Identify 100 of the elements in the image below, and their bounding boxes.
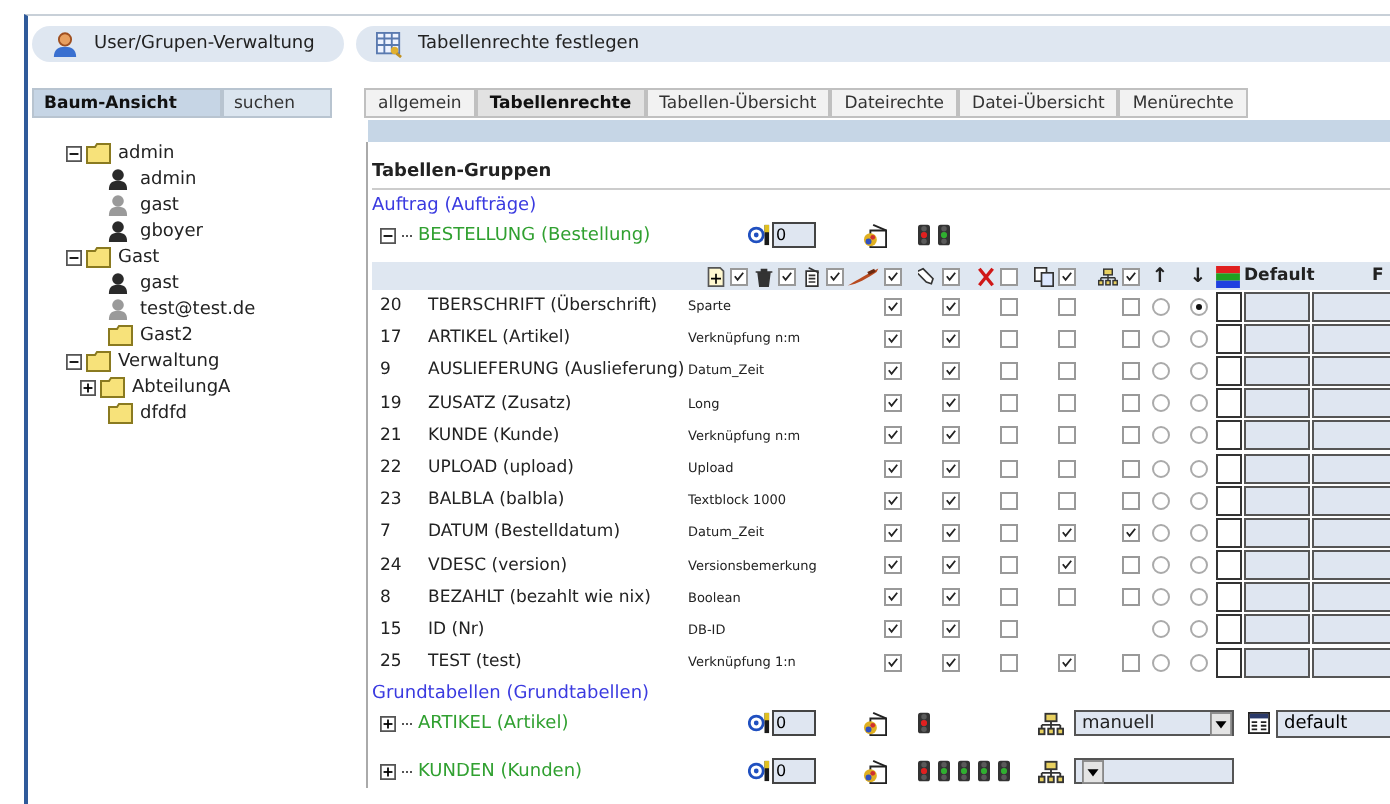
- header-button[interactable]: Tabellenrechte festlegen: [356, 26, 1390, 62]
- radio-button[interactable]: [1151, 653, 1169, 672]
- group-link[interactable]: Grundtabellen (Grundtabellen): [372, 682, 650, 707]
- checkbox[interactable]: [942, 588, 960, 607]
- radio-button[interactable]: [1151, 459, 1169, 478]
- radio-button[interactable]: [1151, 620, 1169, 639]
- default-field[interactable]: [1244, 323, 1310, 354]
- checkbox[interactable]: [884, 329, 902, 348]
- default-field[interactable]: [1244, 614, 1310, 645]
- radio-button[interactable]: [1189, 620, 1207, 639]
- checkbox[interactable]: [1000, 297, 1018, 316]
- group-name[interactable]: Gast2: [140, 325, 193, 345]
- checkbox[interactable]: [1000, 267, 1018, 285]
- color-field[interactable]: [1216, 517, 1242, 548]
- expand-icon[interactable]: [80, 379, 96, 395]
- radio-button[interactable]: [1151, 426, 1169, 445]
- group-name[interactable]: dfdfd: [140, 403, 187, 423]
- default-field[interactable]: [1244, 291, 1310, 322]
- copy-icon[interactable]: [1034, 265, 1054, 287]
- user-name[interactable]: gast: [140, 273, 179, 293]
- group-name[interactable]: AbteilungA: [132, 377, 231, 397]
- checkbox[interactable]: [942, 491, 960, 510]
- default-field[interactable]: [1244, 485, 1310, 516]
- checkbox[interactable]: [1000, 491, 1018, 510]
- checkbox[interactable]: [778, 267, 796, 285]
- checkbox[interactable]: [884, 620, 902, 639]
- radio-button[interactable]: [1151, 329, 1169, 348]
- collapse-icon[interactable]: [66, 249, 82, 265]
- mode-select[interactable]: manuell: [1074, 710, 1234, 737]
- radio-button[interactable]: [1189, 394, 1207, 413]
- radio-button[interactable]: [1189, 329, 1207, 348]
- expand-icon[interactable]: [380, 763, 396, 780]
- new-document-icon[interactable]: [706, 265, 726, 287]
- color-field[interactable]: [1216, 355, 1242, 386]
- table-icon[interactable]: [1248, 712, 1270, 735]
- user-name[interactable]: admin: [140, 169, 197, 189]
- group-name[interactable]: admin: [118, 143, 175, 163]
- color-field[interactable]: [1216, 582, 1242, 613]
- hierarchy-icon[interactable]: [1038, 711, 1064, 736]
- checkbox[interactable]: [1000, 556, 1018, 575]
- checkbox[interactable]: [884, 459, 902, 478]
- default-field[interactable]: [1244, 647, 1310, 678]
- checkbox[interactable]: [942, 620, 960, 639]
- color-field[interactable]: [1216, 388, 1242, 419]
- radio-button[interactable]: [1189, 523, 1207, 542]
- radio-button[interactable]: [1189, 297, 1207, 316]
- radio-button[interactable]: [1151, 523, 1169, 542]
- radio-button[interactable]: [1151, 588, 1169, 607]
- document-icon[interactable]: [802, 265, 822, 287]
- user-name[interactable]: gboyer: [140, 221, 203, 241]
- checkbox[interactable]: [1058, 394, 1076, 413]
- radio-button[interactable]: [1151, 491, 1169, 510]
- checkbox[interactable]: [884, 653, 902, 672]
- checkbox[interactable]: [1122, 267, 1140, 285]
- collapse-icon[interactable]: [66, 145, 82, 161]
- checkbox[interactable]: [1122, 556, 1140, 575]
- tab[interactable]: Menürechte: [1118, 88, 1248, 118]
- checkbox[interactable]: [884, 491, 902, 510]
- checkbox[interactable]: [1000, 361, 1018, 380]
- checkbox[interactable]: [1058, 329, 1076, 348]
- default-field[interactable]: [1244, 355, 1310, 386]
- radio-button[interactable]: [1189, 556, 1207, 575]
- default-field[interactable]: default: [1276, 709, 1390, 738]
- radio-button[interactable]: [1151, 297, 1169, 316]
- radio-button[interactable]: [1151, 394, 1169, 413]
- radio-button[interactable]: [1189, 426, 1207, 445]
- checkbox[interactable]: [942, 556, 960, 575]
- radio-button[interactable]: [1189, 361, 1207, 380]
- checkbox[interactable]: [1000, 329, 1018, 348]
- checkbox[interactable]: [942, 653, 960, 672]
- checkbox[interactable]: [1122, 653, 1140, 672]
- user-name[interactable]: gast: [140, 195, 179, 215]
- document-icon[interactable]: [862, 711, 888, 736]
- default-field[interactable]: [1244, 582, 1310, 613]
- checkbox[interactable]: [1000, 459, 1018, 478]
- checkbox[interactable]: [1122, 329, 1140, 348]
- checkbox[interactable]: [1058, 588, 1076, 607]
- checkbox[interactable]: [1000, 653, 1018, 672]
- checkbox[interactable]: [1000, 426, 1018, 445]
- default-field[interactable]: [1244, 550, 1310, 581]
- header-button[interactable]: User/Grupen-Verwaltung: [32, 26, 344, 62]
- tab[interactable]: Dateirechte: [830, 88, 959, 118]
- checkbox[interactable]: [942, 361, 960, 380]
- color-field[interactable]: [1216, 420, 1242, 451]
- checkbox[interactable]: [884, 394, 902, 413]
- tab[interactable]: allgemein: [364, 88, 476, 118]
- group-name[interactable]: Verwaltung: [118, 351, 220, 371]
- mode-select[interactable]: [1074, 758, 1234, 785]
- checkbox[interactable]: [1000, 394, 1018, 413]
- count-field[interactable]: 0: [772, 710, 816, 737]
- collapse-icon[interactable]: [66, 353, 82, 369]
- count-field[interactable]: 0: [772, 222, 816, 248]
- checkbox[interactable]: [942, 267, 960, 285]
- checkbox[interactable]: [1000, 523, 1018, 542]
- pencil-icon[interactable]: [918, 265, 938, 287]
- checkbox[interactable]: [1058, 361, 1076, 380]
- checkbox[interactable]: [884, 361, 902, 380]
- group-name[interactable]: Gast: [118, 247, 160, 267]
- radio-button[interactable]: [1151, 361, 1169, 380]
- hierarchy-icon[interactable]: [1038, 759, 1064, 784]
